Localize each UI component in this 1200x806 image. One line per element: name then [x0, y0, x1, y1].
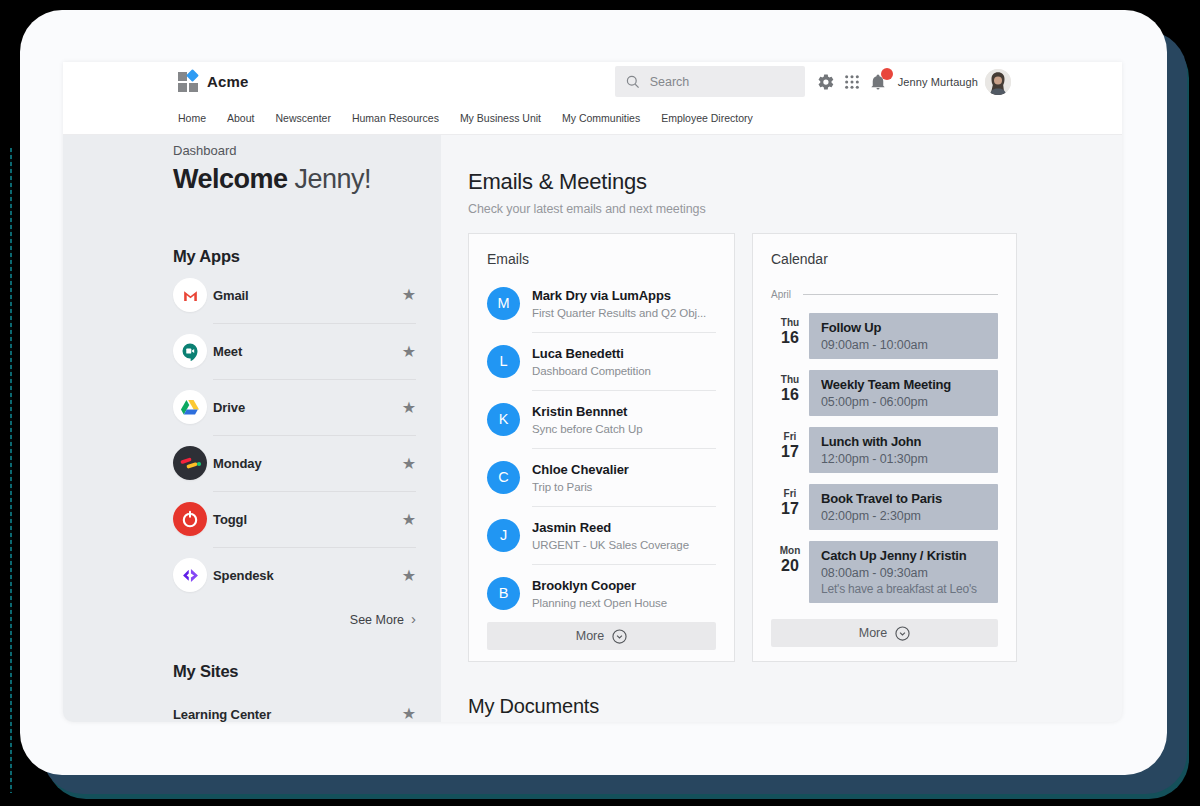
emails-card: Emails M Mark Dry via LumApps First Quar…	[468, 233, 735, 662]
month-divider	[803, 294, 998, 295]
calendar-card-title: Calendar	[771, 251, 998, 267]
event-date: Thu 16	[771, 313, 809, 359]
email-row[interactable]: J Jasmin Reed URGENT - UK Sales Coverage	[487, 506, 716, 564]
favorite-star-icon[interactable]: ★	[402, 706, 416, 722]
event-box: Lunch with John 12:00pm - 01:30pm	[809, 427, 998, 473]
section-subtitle: Check your latest emails and next meetin…	[468, 202, 1122, 217]
app-row[interactable]: Gmail ★	[173, 267, 416, 323]
spendesk-icon	[173, 558, 207, 592]
dashboard-app: Acme Search	[63, 62, 1122, 722]
main-panel: Emails & Meetings Check your latest emai…	[441, 135, 1122, 722]
my-sites-list: Learning Center ★	[173, 706, 416, 722]
notifications-bell-icon[interactable]	[869, 73, 887, 91]
documents-title: My Documents	[468, 695, 1122, 718]
monday-icon	[173, 446, 207, 480]
chevron-right-icon: ›	[411, 610, 416, 627]
nav-item[interactable]: Human Resources	[352, 112, 439, 124]
favorite-star-icon[interactable]: ★	[402, 344, 416, 360]
main-nav: Home About Newscenter Human Resources My…	[63, 101, 1122, 135]
nav-item[interactable]: About	[227, 112, 254, 124]
app-row[interactable]: Spendesk ★	[173, 547, 416, 603]
brand[interactable]: Acme	[178, 72, 249, 92]
favorite-star-icon[interactable]: ★	[402, 568, 416, 584]
favorite-star-icon[interactable]: ★	[402, 456, 416, 472]
drive-icon	[173, 390, 207, 424]
favorite-star-icon[interactable]: ★	[402, 287, 416, 303]
device-frame: Acme Search	[20, 10, 1167, 775]
nav-item[interactable]: Employee Directory	[661, 112, 753, 124]
event-date: Fri 17	[771, 484, 809, 530]
sender-avatar: K	[487, 403, 520, 436]
meet-icon	[173, 334, 207, 368]
email-row[interactable]: M Mark Dry via LumApps First Quarter Res…	[487, 274, 716, 332]
emails-card-title: Emails	[487, 251, 716, 267]
chevron-down-circle-icon	[895, 626, 910, 641]
decorative-teal-strip	[10, 148, 12, 793]
event-box: Weekly Team Meeting 05:00pm - 06:00pm	[809, 370, 998, 416]
sidebar: Dashboard Welcome Jenny! My Apps Gmail ★	[63, 135, 441, 722]
sender-avatar: M	[487, 287, 520, 320]
search-icon	[625, 74, 641, 90]
site-row[interactable]: Learning Center ★	[173, 706, 416, 722]
event-date: Thu 16	[771, 370, 809, 416]
event-date: Fri 17	[771, 427, 809, 473]
calendar-event[interactable]: Fri 17 Book Travel to Paris 02:00pm - 2:…	[771, 484, 998, 530]
section-title: Emails & Meetings	[468, 169, 1122, 194]
email-row[interactable]: K Kristin Bennnet Sync before Catch Up	[487, 390, 716, 448]
event-box: Catch Up Jenny / Kristin 08:00am - 09:30…	[809, 541, 998, 603]
month-label: April	[771, 289, 791, 300]
see-more-link[interactable]: See More›	[173, 611, 416, 628]
event-list: Thu 16 Follow Up 09:00am - 10:00am	[771, 313, 998, 619]
app-row[interactable]: Drive ★	[173, 379, 416, 435]
sender-avatar: L	[487, 345, 520, 378]
email-row[interactable]: L Luca Benedetti Dashboard Competition	[487, 332, 716, 390]
nav-item[interactable]: Home	[178, 112, 206, 124]
event-box: Follow Up 09:00am - 10:00am	[809, 313, 998, 359]
user-name[interactable]: Jenny Murtaugh	[898, 76, 978, 88]
email-row[interactable]: C Chloe Chevalier Trip to Paris	[487, 448, 716, 506]
favorite-star-icon[interactable]: ★	[402, 400, 416, 416]
sender-avatar: C	[487, 461, 520, 494]
sender-avatar: B	[487, 577, 520, 610]
calendar-event[interactable]: Mon 20 Catch Up Jenny / Kristin 08:00am …	[771, 541, 998, 603]
content: Dashboard Welcome Jenny! My Apps Gmail ★	[63, 135, 1122, 722]
emails-more-button[interactable]: More	[487, 622, 716, 650]
calendar-event[interactable]: Fri 17 Lunch with John 12:00pm - 01:30pm	[771, 427, 998, 473]
breadcrumb: Dashboard	[173, 143, 416, 158]
brand-name: Acme	[207, 73, 249, 90]
event-date: Mon 20	[771, 541, 809, 603]
app-row[interactable]: Toggl ★	[173, 491, 416, 547]
favorite-star-icon[interactable]: ★	[402, 512, 416, 528]
welcome-title: Welcome Jenny!	[173, 163, 416, 195]
calendar-more-button[interactable]: More	[771, 619, 998, 647]
app-row[interactable]: Monday ★	[173, 435, 416, 491]
chevron-down-circle-icon	[612, 629, 627, 644]
settings-gear-icon[interactable]	[817, 73, 835, 91]
my-sites-title: My Sites	[173, 661, 416, 681]
nav-item[interactable]: My Business Unit	[460, 112, 541, 124]
nav-item[interactable]: Newscenter	[275, 112, 330, 124]
calendar-card: Calendar April Thu 16	[752, 233, 1017, 662]
app-row[interactable]: Meet ★	[173, 323, 416, 379]
email-row[interactable]: B Brooklyn Cooper Planning next Open Hou…	[487, 564, 716, 622]
calendar-event[interactable]: Thu 16 Weekly Team Meeting 05:00pm - 06:…	[771, 370, 998, 416]
email-list: M Mark Dry via LumApps First Quarter Res…	[487, 274, 716, 622]
calendar-event[interactable]: Thu 16 Follow Up 09:00am - 10:00am	[771, 313, 998, 359]
apps-grid-icon[interactable]	[844, 74, 860, 90]
acme-logo-icon	[178, 72, 198, 92]
month-row: April	[771, 289, 998, 300]
event-box: Book Travel to Paris 02:00pm - 2:30pm	[809, 484, 998, 530]
toggl-icon	[173, 502, 207, 536]
top-bar: Acme Search	[63, 62, 1122, 101]
my-apps-list: Gmail ★ Meet ★	[173, 267, 416, 603]
user-avatar[interactable]	[985, 69, 1011, 95]
search-input[interactable]: Search	[615, 66, 805, 97]
search-placeholder: Search	[650, 75, 690, 89]
nav-item[interactable]: My Communities	[562, 112, 640, 124]
sender-avatar: J	[487, 519, 520, 552]
gmail-icon	[173, 278, 207, 312]
notification-badge	[881, 68, 893, 80]
my-apps-title: My Apps	[173, 246, 416, 266]
